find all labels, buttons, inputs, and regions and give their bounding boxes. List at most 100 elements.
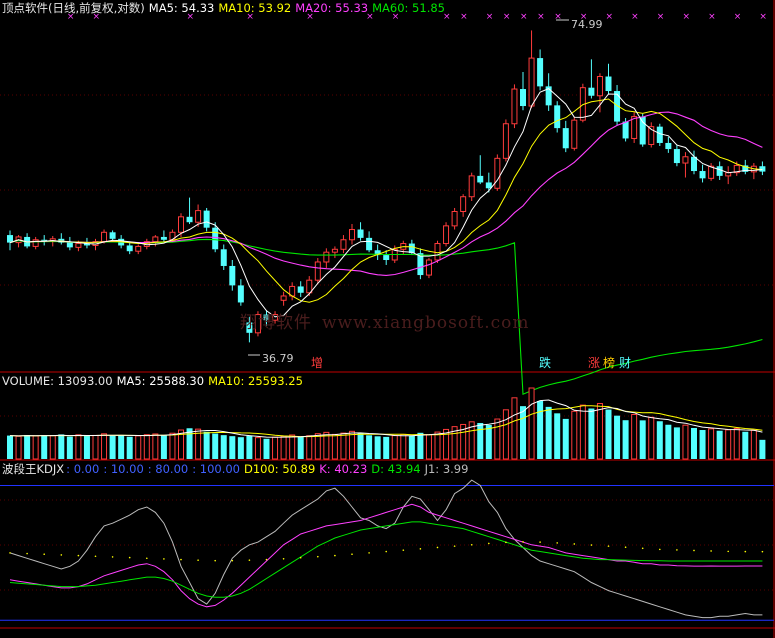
volume-bar-up bbox=[254, 437, 261, 460]
top-marker: × bbox=[708, 12, 716, 22]
volume-bar-down bbox=[126, 436, 133, 459]
d100-dot bbox=[676, 549, 678, 551]
volume-bar-down bbox=[383, 436, 390, 459]
candle-body-up bbox=[306, 279, 313, 294]
candle-body-down bbox=[229, 265, 236, 286]
volume-bar-up bbox=[511, 397, 518, 460]
volume-bar-down bbox=[229, 436, 236, 459]
volume-ma10-legend: MA10: 25593.25 bbox=[208, 374, 303, 388]
candle-body-down bbox=[297, 286, 304, 293]
candle-body-down bbox=[237, 285, 244, 303]
d100-dot bbox=[573, 543, 576, 545]
candle-body-up bbox=[75, 243, 82, 248]
volume-bar-down bbox=[7, 435, 13, 459]
volume-bar-up bbox=[579, 404, 586, 460]
marker-bang[interactable]: 榜 bbox=[603, 356, 615, 370]
candle-body-down bbox=[656, 126, 663, 143]
volume-bar-down bbox=[554, 413, 561, 459]
level-80-legend: : 80.00 bbox=[147, 462, 189, 476]
volume-bar-down bbox=[41, 435, 48, 459]
top-marker: × bbox=[734, 12, 742, 22]
d100-dot bbox=[146, 557, 148, 560]
d100-dot bbox=[351, 553, 353, 556]
candle-body-down bbox=[126, 245, 133, 252]
marker-die[interactable]: 跌 bbox=[539, 356, 551, 370]
candle-body-up bbox=[468, 175, 475, 198]
k-line bbox=[9, 503, 763, 608]
d100-dot bbox=[385, 550, 388, 553]
marker-zhang[interactable]: 涨 bbox=[588, 356, 600, 370]
d100-dot bbox=[590, 544, 593, 546]
candle-body-up bbox=[195, 210, 202, 223]
marker-cai[interactable]: 财 bbox=[619, 356, 631, 370]
candle-body-up bbox=[349, 229, 355, 241]
candle-body-down bbox=[716, 166, 723, 176]
candle-body-down bbox=[109, 232, 116, 239]
volume-bar-up bbox=[391, 435, 398, 460]
volume-bar-down bbox=[605, 409, 612, 459]
volume-bar-up bbox=[289, 434, 296, 460]
d100-dot bbox=[94, 555, 97, 558]
d100-dot bbox=[539, 541, 541, 543]
candle-body-up bbox=[528, 57, 535, 107]
volume-bar-up bbox=[101, 433, 108, 460]
candle-body-up bbox=[596, 76, 603, 97]
d100-dot bbox=[522, 541, 524, 543]
level-100-legend: : 100.00 bbox=[192, 462, 240, 476]
d100-dot bbox=[128, 556, 131, 559]
volume-bar-up bbox=[306, 435, 313, 460]
d100-dot bbox=[419, 548, 422, 550]
candle-body-down bbox=[212, 227, 219, 250]
candle-body-up bbox=[323, 251, 330, 263]
volume-bar-down bbox=[656, 421, 663, 459]
volume-bar-up bbox=[272, 436, 279, 460]
volume-bar-up bbox=[502, 409, 509, 460]
d100-dot bbox=[231, 559, 234, 562]
low-label: 36.79 bbox=[262, 352, 294, 365]
d100-dot bbox=[436, 546, 439, 549]
d100-dot bbox=[334, 554, 336, 557]
volume-bar-up bbox=[725, 429, 732, 460]
top-marker: × bbox=[503, 12, 511, 22]
candle-body-up bbox=[135, 245, 142, 252]
volume-bar-up bbox=[708, 428, 715, 460]
volume-ma5-legend: MA5: 25588.30 bbox=[116, 374, 205, 388]
candlestick-series bbox=[7, 30, 766, 343]
volume-bar-down bbox=[246, 435, 253, 459]
volume-bar-down bbox=[520, 406, 526, 459]
marker-zeng[interactable]: 增 bbox=[311, 356, 323, 370]
volume-bar-down bbox=[212, 433, 219, 459]
indicator-name: 波段王KDJX bbox=[2, 462, 65, 476]
d100-dot bbox=[111, 556, 114, 558]
ma5-legend: MA5: 54.33 bbox=[148, 1, 215, 15]
volume-bar-down bbox=[374, 436, 381, 459]
candle-body-down bbox=[699, 171, 706, 179]
volume-bar-down bbox=[639, 420, 646, 459]
volume-bar-up bbox=[135, 435, 142, 460]
d100-dot bbox=[163, 558, 165, 560]
volume-bar-down bbox=[237, 437, 244, 459]
level-10-legend: : 10.00 bbox=[103, 462, 144, 476]
candle-body-up bbox=[280, 295, 287, 301]
candle-body-up bbox=[460, 196, 467, 212]
volume-bar-up bbox=[733, 428, 740, 460]
watermark-url: www.xiangbosoft.com bbox=[322, 313, 530, 333]
volume-bar-down bbox=[220, 435, 227, 459]
d100-dot bbox=[470, 543, 473, 546]
candle-body-up bbox=[494, 157, 501, 189]
d100-dot bbox=[43, 553, 45, 556]
volume-bar-down bbox=[417, 432, 424, 459]
candle-body-down bbox=[366, 237, 373, 251]
candle-body-down bbox=[605, 76, 612, 92]
candle-body-up bbox=[502, 123, 509, 159]
volume-bar-down bbox=[665, 424, 672, 459]
volume-bar-up bbox=[528, 387, 535, 460]
candle-body-down bbox=[220, 249, 227, 266]
ma20-legend: MA20: 55.33 bbox=[295, 1, 369, 15]
ma5-line bbox=[9, 88, 763, 318]
candle-body-down bbox=[477, 175, 484, 183]
d100-dot bbox=[299, 556, 302, 559]
candle-body-down bbox=[186, 216, 193, 223]
grid-lines bbox=[0, 94, 774, 591]
candle-body-down bbox=[203, 210, 210, 228]
